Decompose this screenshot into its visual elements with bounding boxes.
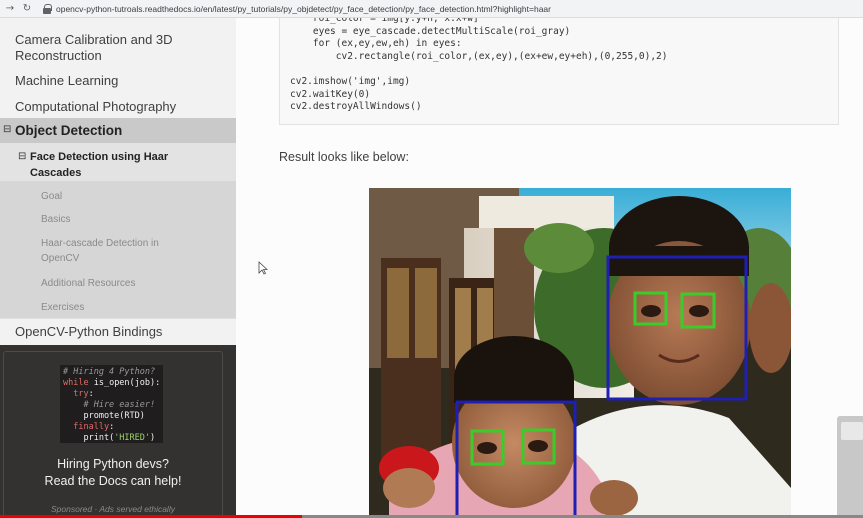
- ad-code-line: # Hiring 4 Python?: [63, 367, 160, 378]
- sidebar-item-haar-cascade-detection[interactable]: Haar-cascade Detection in OpenCV: [41, 236, 171, 266]
- sponsored-ad[interactable]: # Hiring 4 Python? while is_open(job): tr…: [0, 345, 236, 518]
- collapse-icon[interactable]: ⊟: [18, 151, 26, 162]
- ad-code-token: (RTD): [119, 411, 145, 421]
- ad-code-token: # Hiring 4 Python?: [63, 367, 156, 377]
- ad-code-token: print: [63, 433, 110, 443]
- ad-code-line: promote(RTD): [63, 411, 160, 422]
- ad-code-token: finally: [63, 422, 110, 432]
- lock-icon[interactable]: [42, 3, 52, 14]
- sidebar-item-label: OpenCV-Python Bindings: [15, 324, 163, 339]
- result-caption: Result looks like below:: [279, 150, 409, 164]
- sidebar-item-goal[interactable]: Goal: [41, 189, 191, 204]
- ad-code-token: while: [63, 378, 94, 388]
- ad-code-line: finally:: [63, 422, 160, 433]
- code-line: cv2.waitKey(0): [290, 88, 371, 100]
- sidebar-item-opencv-python-bindings[interactable]: OpenCV-Python Bindings: [0, 318, 236, 344]
- sidebar-item-computational-photography[interactable]: Computational Photography: [15, 99, 176, 115]
- sidebar-item-face-detection[interactable]: Face Detection using Haar Cascades: [30, 149, 210, 181]
- sidebar-item-machine-learning[interactable]: Machine Learning: [15, 73, 118, 89]
- code-line: cv2.imshow('img',img): [290, 75, 411, 87]
- face-detection-result-image: [369, 188, 791, 518]
- url-field[interactable]: opencv-python-tutroals.readthedocs.io/en…: [56, 4, 551, 14]
- ad-subheadline[interactable]: Read the Docs can help!: [3, 474, 223, 488]
- browser-address-bar: → ↻ opencv-python-tutroals.readthedocs.i…: [0, 0, 863, 18]
- sidebar-item-camera-calibration[interactable]: Camera Calibration and 3D Reconstruction: [15, 32, 215, 64]
- sidebar-item-additional-resources[interactable]: Additional Resources: [41, 276, 191, 291]
- ad-code-token: # Hire easier!: [63, 400, 156, 410]
- sidebar-item-object-detection[interactable]: Object Detection: [15, 123, 122, 138]
- code-line: roi_color = img[y:y+h, x:x+w]: [290, 18, 479, 24]
- ad-headline[interactable]: Hiring Python devs?: [3, 457, 223, 471]
- side-thumbnail[interactable]: [837, 416, 863, 518]
- ad-code-image: # Hiring 4 Python? while is_open(job): tr…: [60, 365, 163, 443]
- forward-arrow-icon[interactable]: →: [3, 2, 17, 16]
- ad-code-token: is_open: [93, 378, 130, 388]
- ad-code-line: print('HIRED'): [63, 433, 160, 444]
- ad-code-token: (job):: [129, 378, 161, 388]
- ad-code-line: while is_open(job):: [63, 378, 160, 389]
- ad-code-token: ): [150, 433, 156, 443]
- collapse-icon[interactable]: ⊟: [3, 124, 11, 135]
- sidebar-item-exercises[interactable]: Exercises: [41, 300, 191, 315]
- ad-code-token: :: [88, 389, 94, 399]
- ad-code-token: promote: [63, 411, 120, 421]
- code-line: cv2.destroyAllWindows(): [290, 101, 422, 113]
- ad-code-line: try:: [63, 389, 160, 400]
- code-line: eyes = eye_cascade.detectMultiScale(roi_…: [290, 25, 571, 37]
- ad-code-line: # Hire easier!: [63, 400, 160, 411]
- sidebar-item-basics[interactable]: Basics: [41, 212, 191, 227]
- ad-code-token: try: [63, 389, 89, 399]
- ad-footer[interactable]: Sponsored · Ads served ethically: [3, 504, 223, 514]
- code-block: roi_color = img[y:y+h, x:x+w] eyes = eye…: [279, 18, 839, 125]
- code-line: for (ex,ey,ew,eh) in eyes:: [290, 38, 462, 50]
- main-content: roi_color = img[y:y+h, x:x+w] eyes = eye…: [236, 18, 863, 518]
- ad-code-token: 'HIRED': [114, 433, 151, 443]
- reload-icon[interactable]: ↻: [20, 2, 34, 16]
- mouse-cursor-icon: [258, 261, 268, 275]
- ad-code-token: :: [109, 422, 115, 432]
- code-line: cv2.rectangle(roi_color,(ex,ey),(ex+ew,e…: [290, 50, 668, 62]
